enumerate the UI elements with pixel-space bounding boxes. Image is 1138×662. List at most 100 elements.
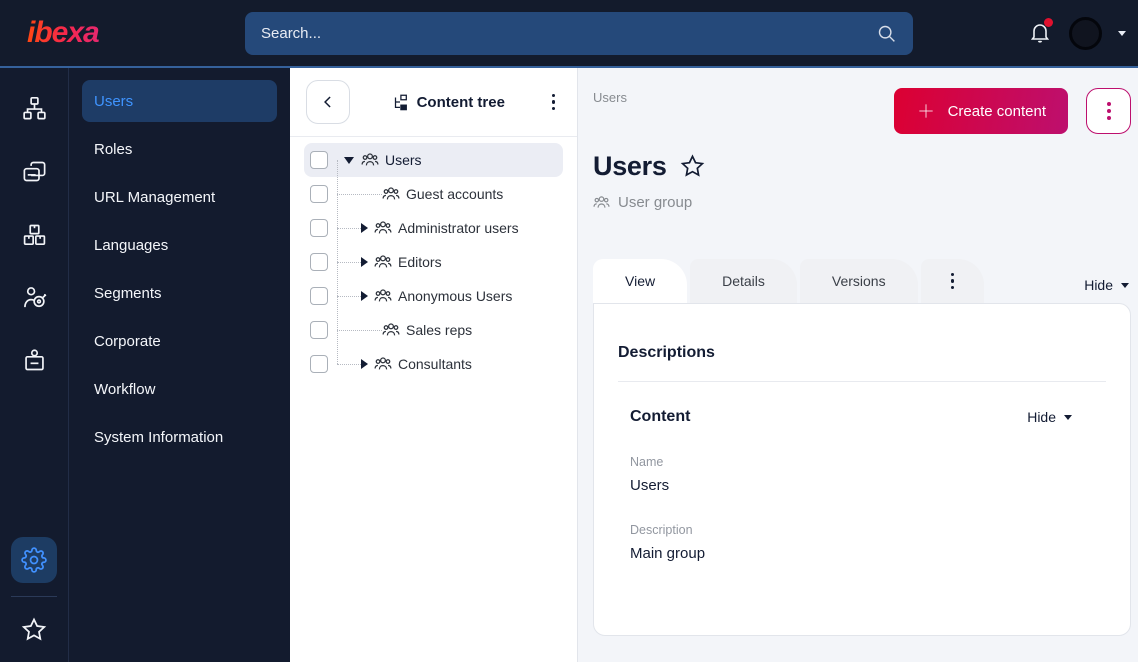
tree-item-label: Anonymous Users — [398, 288, 513, 304]
tree-item-consultants[interactable]: Consultants — [304, 347, 563, 381]
rail-divider — [11, 596, 57, 597]
star-icon[interactable] — [14, 610, 54, 650]
tree-connector — [337, 363, 361, 365]
content-tree-list: Users Guest accounts Administrator users… — [290, 137, 577, 381]
notification-dot — [1044, 18, 1053, 27]
hide-label: Hide — [1027, 409, 1056, 425]
tree-checkbox[interactable] — [310, 151, 328, 169]
main-content: Users Create content Users User group Vi… — [578, 68, 1138, 662]
plus-icon — [918, 104, 933, 118]
expand-caret-icon[interactable] — [361, 257, 368, 267]
title-row: Users — [593, 151, 1131, 182]
caret-down-icon — [1064, 414, 1072, 420]
tree-item-editors[interactable]: Editors — [304, 245, 563, 279]
sidebar-item-roles[interactable]: Roles — [82, 128, 277, 170]
tree-item-guest-accounts[interactable]: Guest accounts — [304, 177, 563, 211]
user-group-icon — [374, 255, 392, 268]
hide-tabs-dropdown[interactable]: Hide — [1084, 277, 1129, 293]
hide-content-group-button[interactable]: Hide — [1027, 409, 1072, 425]
content-group-title: Content — [630, 408, 691, 425]
header-actions: Create content — [893, 88, 1131, 134]
content-tree-title: Content tree — [416, 93, 505, 111]
sitemap-icon[interactable] — [14, 88, 54, 128]
sidebar-item-url-management[interactable]: URL Management — [82, 176, 277, 218]
sidebar-item-languages[interactable]: Languages — [82, 224, 277, 266]
content-tree-icon — [394, 94, 407, 111]
app-window: ibexa Search... Users Roles URL Manageme… — [0, 0, 1138, 662]
tree-checkbox[interactable] — [310, 355, 328, 373]
tree-checkbox[interactable] — [310, 287, 328, 305]
chevron-left-icon — [324, 96, 331, 108]
descriptions-section-title: Descriptions — [618, 344, 715, 361]
caret-down-icon — [1121, 282, 1129, 288]
notifications-button[interactable] — [1027, 18, 1053, 46]
tree-connector — [337, 329, 382, 331]
tab-versions[interactable]: Versions — [799, 259, 918, 303]
app-rail — [0, 68, 69, 662]
breadcrumb[interactable]: Users — [593, 90, 627, 105]
tabs-row: View Details Versions Hide — [593, 259, 1131, 303]
tree-item-label: Consultants — [398, 356, 472, 372]
tree-item-anonymous-users[interactable]: Anonymous Users — [304, 279, 563, 313]
tree-connector — [337, 193, 382, 195]
topbar-right — [1027, 16, 1138, 50]
user-group-icon — [361, 153, 379, 166]
gear-icon[interactable] — [11, 537, 57, 583]
field-value: Users — [630, 477, 670, 494]
content-type-label: User group — [618, 194, 693, 211]
hide-label: Hide — [1084, 277, 1113, 293]
sidebar-item-corporate[interactable]: Corporate — [82, 320, 277, 362]
sidebar-item-users[interactable]: Users — [82, 80, 277, 122]
create-content-label: Create content — [947, 102, 1046, 120]
id-badge-icon[interactable] — [14, 340, 54, 380]
user-group-icon — [593, 196, 610, 208]
user-avatar[interactable] — [1069, 16, 1102, 50]
collapse-panel-button[interactable] — [306, 80, 350, 124]
content-actions-menu-button[interactable] — [1086, 88, 1131, 134]
sidebar-item-segments[interactable]: Segments — [82, 272, 277, 314]
content-tree-title-wrap: Content tree — [391, 93, 505, 111]
field-label: Description — [630, 523, 693, 537]
personalization-icon[interactable] — [14, 277, 54, 317]
tree-checkbox[interactable] — [310, 185, 328, 203]
tree-item-sales-reps[interactable]: Sales reps — [304, 313, 563, 347]
tree-checkbox[interactable] — [310, 253, 328, 271]
user-group-icon — [374, 289, 392, 302]
tree-checkbox[interactable] — [310, 219, 328, 237]
tree-checkbox[interactable] — [310, 321, 328, 339]
products-icon[interactable] — [14, 214, 54, 254]
field-value: Main group — [630, 545, 706, 562]
user-menu-caret-icon[interactable] — [1118, 30, 1126, 36]
user-group-icon — [374, 357, 392, 370]
search-icon — [876, 23, 897, 49]
tree-item-administrator-users[interactable]: Administrator users — [304, 211, 563, 245]
section-divider — [618, 381, 1106, 382]
expand-caret-icon[interactable] — [361, 359, 368, 369]
tree-item-users[interactable]: Users — [304, 143, 563, 177]
content-type-row: User group — [593, 194, 1131, 211]
ibexa-logo[interactable]: ibexa — [27, 16, 100, 49]
tree-item-label: Editors — [398, 254, 442, 270]
collapse-caret-icon[interactable] — [344, 156, 354, 164]
field-name: Name Users — [618, 455, 1106, 494]
expand-caret-icon[interactable] — [361, 223, 368, 233]
bookmark-star-icon[interactable] — [679, 153, 706, 180]
create-content-button[interactable]: Create content — [893, 88, 1068, 134]
content-tree-menu-button[interactable] — [546, 88, 562, 117]
search-bar — [245, 11, 913, 55]
expand-caret-icon[interactable] — [361, 291, 368, 301]
field-label: Name — [630, 455, 664, 469]
tab-more-menu[interactable] — [920, 259, 985, 303]
topbar: ibexa — [0, 0, 1138, 68]
tree-connector — [337, 295, 361, 297]
pages-icon[interactable] — [14, 151, 54, 191]
sidebar-item-workflow[interactable]: Workflow — [82, 368, 277, 410]
field-description: Description Main group — [618, 523, 1106, 562]
tab-view[interactable]: View — [593, 259, 688, 303]
tree-item-label: Users — [385, 152, 422, 168]
tree-item-label: Guest accounts — [406, 186, 504, 202]
sidebar-item-system-information[interactable]: System Information — [82, 416, 277, 458]
search-input[interactable] — [245, 11, 913, 55]
admin-sidebar: Users Roles URL Management Languages Seg… — [69, 68, 290, 662]
tab-details[interactable]: Details — [690, 259, 797, 303]
